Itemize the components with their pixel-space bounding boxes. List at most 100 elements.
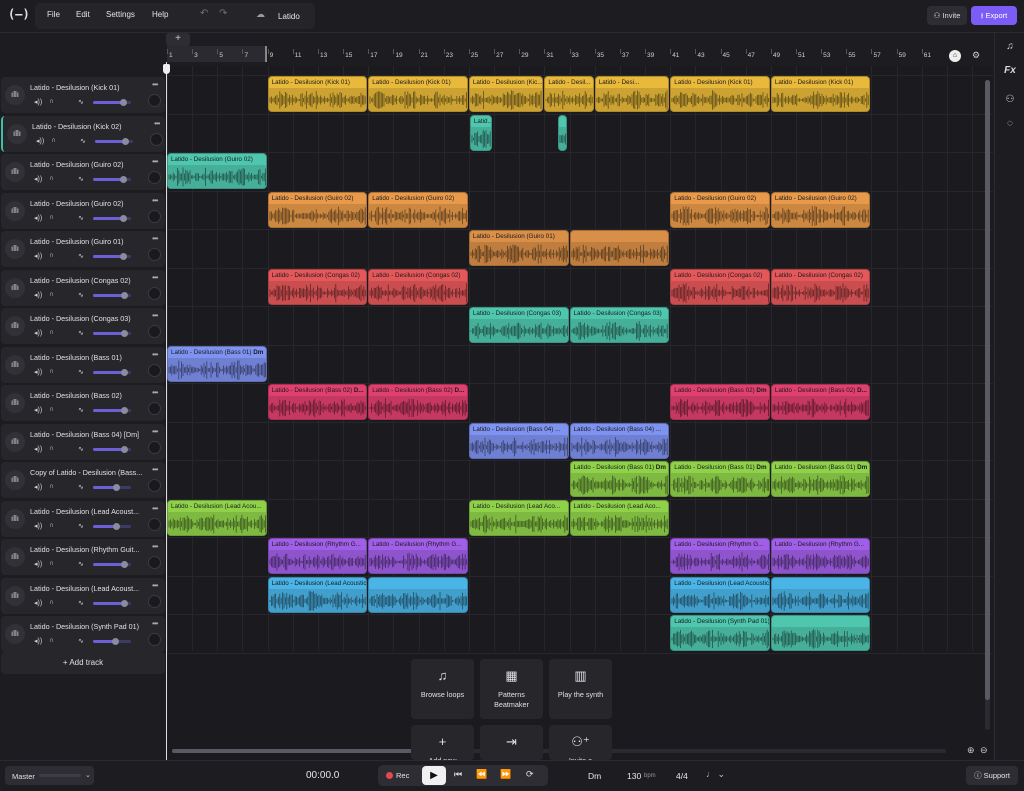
audio-clip[interactable]: Latido - Desilusion (Bass 04) ... <box>569 422 670 459</box>
audio-clip[interactable]: Latido - Desilusion (Bass 02) D... <box>770 384 871 420</box>
pan-knob[interactable] <box>148 479 161 492</box>
more-icon[interactable]: ••• <box>152 273 158 282</box>
volume-slider[interactable] <box>93 291 131 299</box>
headphones-icon[interactable]: ∩ <box>49 560 54 567</box>
audio-clip[interactable]: Latido - Desilusion (Bass 02) Dm <box>670 384 770 420</box>
volume-knob[interactable] <box>119 176 127 183</box>
play-button[interactable]: ▶ <box>422 766 446 785</box>
time-signature[interactable]: 4/4 <box>676 771 688 781</box>
track-header[interactable]: ıllı Latido - Desilusion (Kick 01) ••• ◂)) ∩… <box>1 77 165 113</box>
mute-icon[interactable]: ◂)) <box>34 175 42 183</box>
headphones-icon[interactable]: ∩ <box>49 483 54 490</box>
pan-knob[interactable] <box>148 594 161 608</box>
redo-icon[interactable]: ↷ <box>219 8 227 19</box>
volume-slider[interactable] <box>93 484 131 491</box>
audio-clip[interactable]: Latido - Desilusion (Kick 01) <box>368 76 468 112</box>
automation-icon[interactable]: ∿ <box>80 137 86 145</box>
quick-action-tile[interactable]: +Add new <box>411 725 474 760</box>
waveform-icon[interactable]: ıllı <box>5 585 25 606</box>
pan-knob[interactable] <box>148 402 161 415</box>
volume-knob[interactable] <box>121 407 129 414</box>
volume-knob[interactable] <box>121 291 129 299</box>
volume-knob[interactable] <box>119 214 127 222</box>
audio-clip[interactable]: Latido - Desilusion (Kick 01) <box>770 76 871 112</box>
track-name[interactable]: Latido - Desilusion (Bass 04) [Dm] <box>30 430 152 439</box>
automation-icon[interactable]: ∿ <box>78 560 84 568</box>
music-note-icon[interactable]: ♫ <box>995 41 1024 52</box>
playhead-handle[interactable] <box>163 64 170 74</box>
volume-slider[interactable] <box>93 253 131 260</box>
audio-clip[interactable]: Latido - Desilusion (Congas 02) <box>368 268 468 305</box>
more-icon[interactable]: ••• <box>152 388 158 397</box>
chat-icon[interactable]: ◌ <box>995 118 1024 129</box>
rewind-icon[interactable]: ⏪ <box>476 769 487 780</box>
more-icon[interactable]: ••• <box>154 119 160 128</box>
audio-clip[interactable] <box>770 615 871 651</box>
audio-clip[interactable]: Latido - Desilusion (Lead Aco... <box>468 499 569 536</box>
volume-knob[interactable] <box>121 368 129 376</box>
mute-icon[interactable]: ◂)) <box>34 98 42 106</box>
more-icon[interactable]: ••• <box>152 427 158 436</box>
quick-action-tile[interactable]: ♫ Browse loops <box>411 659 474 719</box>
quick-action-tile[interactable]: ⚇⁺Invite a <box>549 725 612 760</box>
automation-icon[interactable]: ∿ <box>78 329 84 337</box>
mute-icon[interactable]: ◂)) <box>36 137 44 145</box>
waveform-icon[interactable]: ıllı <box>5 508 25 529</box>
more-icon[interactable]: ••• <box>152 619 158 628</box>
zoom-out-icon[interactable]: ⊖ <box>980 745 988 756</box>
headphones-icon[interactable]: ∩ <box>49 445 54 452</box>
automation-icon[interactable]: ∿ <box>78 445 84 453</box>
audio-clip[interactable]: Latido - Desilusion (Congas 03) <box>569 307 670 343</box>
headphones-icon[interactable]: ∩ <box>51 137 56 144</box>
menu-settings[interactable]: Settings <box>106 10 135 19</box>
audio-clip[interactable]: Latido - Desilusion (Bass 01) Dm <box>670 461 770 497</box>
headphones-icon[interactable]: ∩ <box>49 368 54 375</box>
volume-slider[interactable] <box>93 599 131 607</box>
waveform-icon[interactable]: ıllı <box>7 123 27 144</box>
track-name[interactable]: Latido - Desilusion (Bass 02) <box>30 391 152 400</box>
quick-action-tile[interactable]: ▥ Play the synth <box>549 659 612 719</box>
pan-knob[interactable] <box>148 171 161 184</box>
waveform-icon[interactable]: ıllı <box>5 85 25 105</box>
volume-knob[interactable] <box>122 137 130 145</box>
audio-clip[interactable]: Latido - Desilusion (Rhythm G... <box>368 538 468 574</box>
more-icon[interactable]: ••• <box>152 234 158 243</box>
waveform-icon[interactable]: ıllı <box>5 624 25 644</box>
pan-knob[interactable] <box>148 286 161 300</box>
headphones-icon[interactable]: ∩ <box>49 175 54 182</box>
headphones-icon[interactable]: ∩ <box>49 329 54 336</box>
menu-help[interactable]: Help <box>152 10 168 19</box>
settings-icon[interactable]: ⚙ <box>972 50 980 61</box>
audio-clip[interactable]: Latido - Desi... <box>594 76 670 112</box>
pan-knob[interactable] <box>148 556 161 569</box>
mute-icon[interactable]: ◂)) <box>34 522 42 530</box>
more-icon[interactable]: ••• <box>152 196 158 205</box>
volume-slider[interactable] <box>93 407 131 414</box>
volume-slider[interactable] <box>93 445 131 453</box>
volume-knob[interactable] <box>112 484 120 491</box>
fx-icon[interactable]: Fx <box>995 65 1024 76</box>
audio-clip[interactable]: Latido - Desilusion (Kic... <box>468 76 544 112</box>
track-name[interactable]: Latido - Desilusion (Congas 02) <box>30 276 152 285</box>
headphones-icon[interactable]: ∩ <box>49 98 54 105</box>
audio-clip[interactable] <box>569 230 670 266</box>
audio-clip[interactable]: Latido - Desilusion (Lead Acoustic Guita… <box>670 576 770 613</box>
audio-clip[interactable]: Latido - Desilusion (Lead Aco... <box>569 499 670 536</box>
mute-icon[interactable]: ◂)) <box>34 368 42 376</box>
headphones-icon[interactable]: ∩ <box>49 522 54 529</box>
vertical-scrollbar[interactable] <box>985 80 990 730</box>
audio-clip[interactable]: Latid... <box>469 114 492 151</box>
waveform-icon[interactable]: ıllı <box>5 470 25 490</box>
track-name[interactable]: Latido - Desilusion (Kick 02) <box>32 122 154 131</box>
automation-icon[interactable]: ∿ <box>78 522 84 530</box>
pan-knob[interactable] <box>148 248 161 261</box>
mute-icon[interactable]: ◂)) <box>34 291 42 299</box>
support-button[interactable]: ⓘ Support <box>966 766 1018 785</box>
app-logo[interactable]: (—) <box>8 7 30 21</box>
audio-clip[interactable]: Latido - Desilusion (Congas 02) <box>267 268 368 305</box>
skip-start-icon[interactable]: ⏮ <box>454 769 462 780</box>
key-display[interactable]: Dm <box>588 771 601 781</box>
vertical-scroll-thumb[interactable] <box>985 80 990 700</box>
automation-icon[interactable]: ∿ <box>78 98 84 106</box>
quick-action-tile[interactable]: ⇥ <box>480 725 543 760</box>
